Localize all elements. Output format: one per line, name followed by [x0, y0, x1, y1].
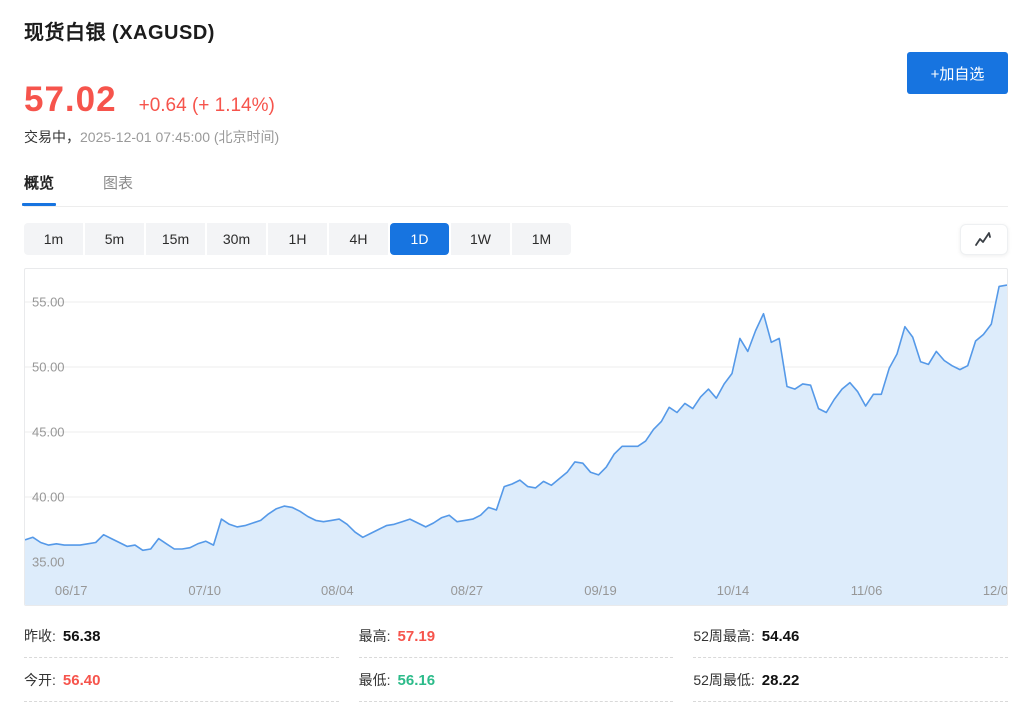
timeframe-selector: 1m5m15m30m1H4H1D1W1M	[24, 223, 571, 255]
stat-label: 今开:	[24, 670, 56, 690]
svg-text:55.00: 55.00	[32, 295, 65, 310]
stat-label: 52周最低:	[693, 670, 754, 690]
price-chart[interactable]: 55.00 50.00 45.00 40.00 35.00 06/17 07/10 08/04…	[24, 268, 1008, 606]
stat-value: 56.16	[398, 672, 436, 689]
price-chart-svg: 55.00 50.00 45.00 40.00 35.00 06/17 07/10 08/04…	[25, 269, 1007, 605]
svg-text:07/10: 07/10	[188, 583, 221, 598]
chart-type-button[interactable]	[960, 224, 1008, 255]
chart-toolbar: 1m5m15m30m1H4H1D1W1M	[24, 223, 1008, 255]
stat-label: 昨收:	[24, 626, 56, 646]
svg-text:08/04: 08/04	[321, 583, 354, 598]
stat-value: 57.19	[398, 628, 436, 645]
svg-text:35.00: 35.00	[32, 555, 65, 570]
svg-text:06/17: 06/17	[55, 583, 88, 598]
trading-status: 交易中，	[24, 129, 80, 145]
page-title: 现货白银 (XAGUSD)	[24, 20, 215, 46]
svg-text:09/19: 09/19	[584, 583, 617, 598]
chart-y-axis-labels: 55.00 50.00 45.00 40.00 35.00	[32, 295, 65, 570]
stat-value: 56.40	[63, 672, 101, 689]
stat-value: 28.22	[762, 672, 800, 689]
stat-prev-close: 昨收: 56.38	[24, 614, 339, 658]
price-row: 57.02 +0.64 (+ 1.14%)	[24, 80, 1008, 120]
stats-grid: 昨收: 56.38 最高: 57.19 52周最高: 54.46 今开: 56.40 最低: 56…	[24, 614, 1008, 702]
quote-timestamp: 2025-12-01 07:45:00 (北京时间)	[80, 129, 279, 145]
timeframe-30m[interactable]: 30m	[207, 223, 266, 255]
timeframe-1m[interactable]: 1m	[24, 223, 83, 255]
stat-52week-low: 52周最低: 28.22	[693, 658, 1008, 702]
line-chart-icon	[972, 228, 996, 250]
timeframe-1m[interactable]: 1M	[512, 223, 571, 255]
tab-overview[interactable]: 概览	[24, 172, 54, 206]
stat-label: 52周最高:	[693, 626, 754, 646]
tab-chart[interactable]: 图表	[103, 172, 133, 206]
tab-bar: 概览 图表	[24, 172, 1008, 207]
stat-label: 最低:	[359, 670, 391, 690]
chart-area	[25, 285, 1007, 605]
stat-value: 54.46	[762, 628, 800, 645]
stat-label: 最高:	[359, 626, 391, 646]
svg-text:11/06: 11/06	[851, 583, 883, 598]
timeframe-1h[interactable]: 1H	[268, 223, 327, 255]
svg-text:12/01: 12/01	[983, 583, 1007, 598]
svg-text:50.00: 50.00	[32, 360, 65, 375]
stat-52week-high: 52周最高: 54.46	[693, 614, 1008, 658]
timeframe-4h[interactable]: 4H	[329, 223, 388, 255]
timeframe-15m[interactable]: 15m	[146, 223, 205, 255]
stat-day-low: 最低: 56.16	[359, 658, 674, 702]
quote-page: 现货白银 (XAGUSD) +加自选 57.02 +0.64 (+ 1.14%)…	[0, 0, 1024, 702]
timeframe-1d[interactable]: 1D	[390, 223, 449, 255]
add-watchlist-button[interactable]: +加自选	[907, 52, 1008, 94]
timeframe-5m[interactable]: 5m	[85, 223, 144, 255]
svg-text:40.00: 40.00	[32, 490, 65, 505]
svg-text:10/14: 10/14	[717, 583, 750, 598]
stat-today-open: 今开: 56.40	[24, 658, 339, 702]
timeframe-1w[interactable]: 1W	[451, 223, 510, 255]
stat-value: 56.38	[63, 628, 101, 645]
status-row: 交易中，2025-12-01 07:45:00 (北京时间)	[24, 127, 1008, 147]
stat-day-high: 最高: 57.19	[359, 614, 674, 658]
svg-text:08/27: 08/27	[451, 583, 484, 598]
last-price: 57.02	[24, 80, 117, 120]
price-change: +0.64 (+ 1.14%)	[139, 95, 275, 117]
svg-text:45.00: 45.00	[32, 425, 65, 440]
